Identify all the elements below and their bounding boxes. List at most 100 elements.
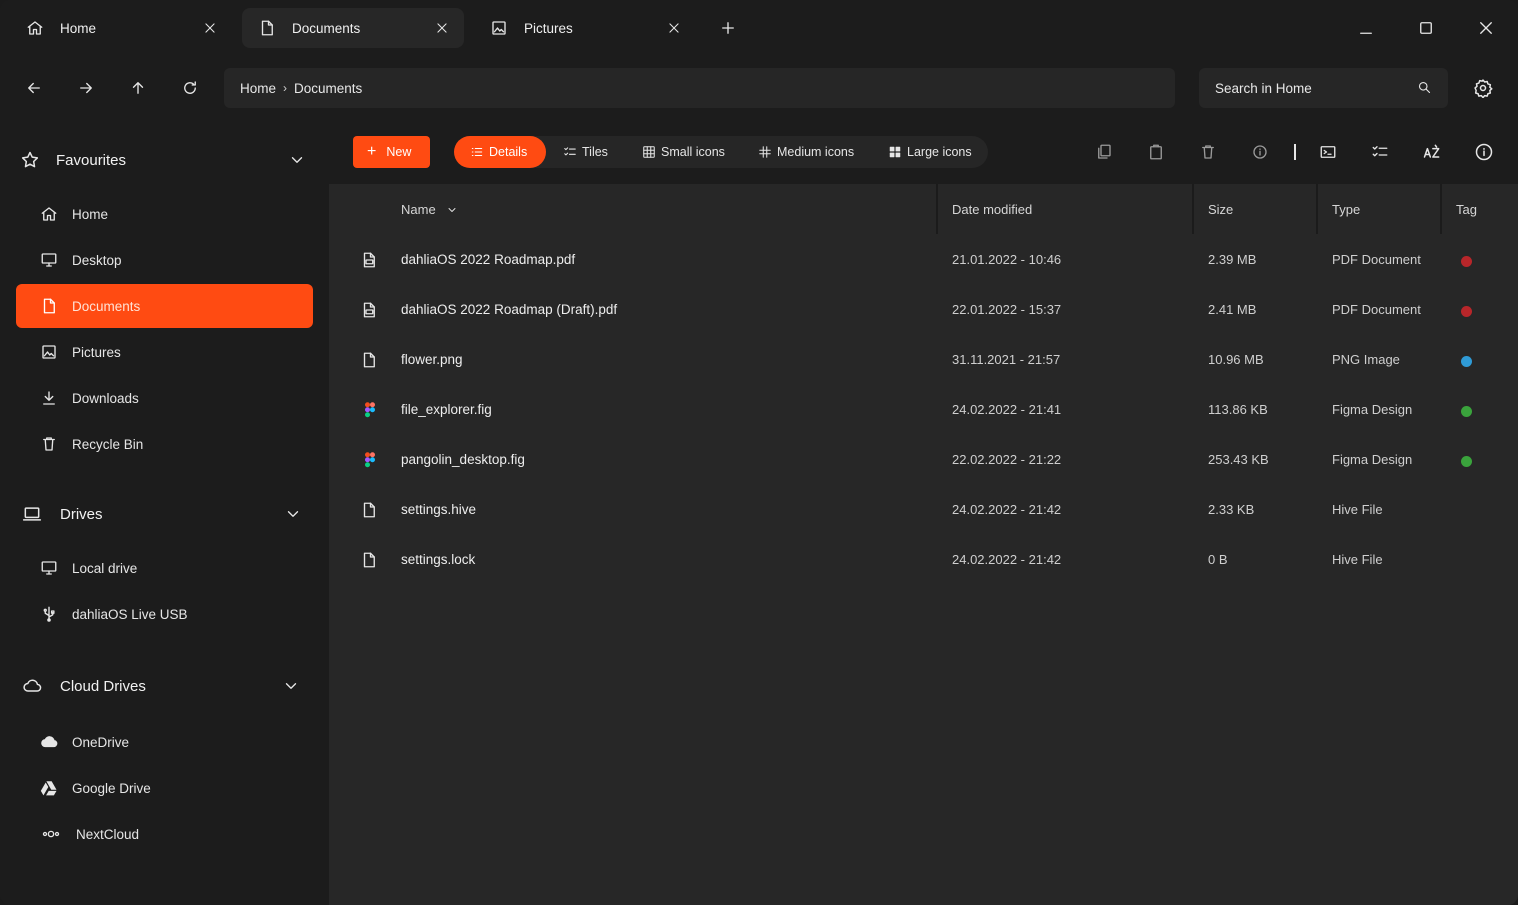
file-name: pangolin_desktop.fig: [401, 452, 525, 467]
paste-button[interactable]: [1144, 140, 1168, 164]
back-button[interactable]: [20, 74, 48, 102]
minimize-button[interactable]: [1352, 14, 1380, 42]
refresh-icon: [181, 79, 199, 97]
plus-icon: +: [367, 143, 377, 160]
large-grid-icon: [888, 145, 907, 159]
file-type: PDF Document: [1332, 252, 1421, 267]
sidebar-item-recycle-bin[interactable]: Recycle Bin: [16, 422, 313, 466]
up-button[interactable]: [124, 74, 152, 102]
delete-button[interactable]: [1196, 140, 1220, 164]
view-large-icons-button[interactable]: Large icons: [872, 136, 988, 168]
close-icon[interactable]: [432, 18, 452, 38]
sidebar-item-label: NextCloud: [76, 826, 140, 842]
table-row[interactable]: dahliaOS 2022 Roadmap.pdf 21.01.2022 - 1…: [329, 236, 1518, 286]
view-small-icons-button[interactable]: Small icons: [626, 136, 741, 168]
file-type: Hive File: [1332, 552, 1383, 567]
tab-documents[interactable]: Documents: [242, 8, 464, 48]
tab-label: Pictures: [524, 20, 573, 36]
sidebar-item-live-usb[interactable]: dahliaOS Live USB: [16, 592, 313, 636]
search-input[interactable]: Search in Home: [1199, 68, 1448, 108]
details-pane-button[interactable]: [1472, 140, 1496, 164]
section-title: Favourites: [56, 151, 127, 169]
nextcloud-icon: [40, 825, 62, 843]
breadcrumb-item-documents[interactable]: Documents: [294, 81, 362, 96]
gear-icon: [1473, 78, 1493, 98]
laptop-icon: [20, 504, 44, 524]
file-size: 10.96 MB: [1208, 352, 1264, 367]
view-tiles-button[interactable]: Tiles: [547, 136, 624, 168]
table-row[interactable]: settings.hive 24.02.2022 - 21:42 2.33 KB…: [329, 486, 1518, 536]
new-button[interactable]: + New: [353, 136, 430, 168]
column-header-date[interactable]: Date modified: [952, 202, 1032, 217]
maximize-button[interactable]: [1412, 14, 1440, 42]
search-icon[interactable]: [1417, 80, 1432, 95]
info-icon: [1474, 142, 1494, 162]
hash-icon: [758, 145, 777, 159]
table-row[interactable]: settings.lock 24.02.2022 - 21:42 0 B Hiv…: [329, 536, 1518, 586]
close-icon[interactable]: [200, 18, 220, 38]
table-row[interactable]: file_explorer.fig 24.02.2022 - 21:41 113…: [329, 386, 1518, 436]
file-size: 2.41 MB: [1208, 302, 1257, 317]
column-divider[interactable]: [1192, 184, 1194, 234]
tag-dot: [1461, 256, 1472, 267]
figma-icon: [360, 401, 380, 421]
sidebar-item-label: Local drive: [72, 560, 138, 576]
column-divider[interactable]: [936, 184, 938, 234]
chevron-down-icon[interactable]: [288, 151, 306, 169]
sidebar-item-nextcloud[interactable]: NextCloud: [16, 812, 313, 856]
pdf-icon: [360, 301, 380, 321]
column-header-tag[interactable]: Tag: [1456, 202, 1477, 217]
chevron-down-icon[interactable]: [282, 677, 300, 695]
close-icon[interactable]: [664, 18, 684, 38]
cloud-outline-icon: [20, 676, 44, 696]
view-label: Tiles: [582, 145, 608, 159]
chevron-down-icon[interactable]: [284, 505, 302, 523]
column-divider[interactable]: [1440, 184, 1442, 234]
favourites-header[interactable]: Favourites: [20, 146, 310, 174]
close-window-button[interactable]: [1472, 14, 1500, 42]
properties-button[interactable]: [1248, 140, 1272, 164]
sidebar-item-downloads[interactable]: Downloads: [16, 376, 313, 420]
drives-header[interactable]: Drives: [20, 500, 310, 528]
file-date: 22.01.2022 - 15:37: [952, 302, 1062, 317]
table-row[interactable]: flower.png 31.11.2021 - 21:57 10.96 MB P…: [329, 336, 1518, 386]
view-details-button[interactable]: Details: [454, 136, 546, 168]
new-tab-button[interactable]: [716, 16, 740, 40]
column-header-size[interactable]: Size: [1208, 202, 1233, 217]
sidebar-item-local-drive[interactable]: Local drive: [16, 546, 313, 590]
file-size: 2.33 KB: [1208, 502, 1255, 517]
view-medium-icons-button[interactable]: Medium icons: [742, 136, 870, 168]
select-button[interactable]: [1368, 140, 1392, 164]
breadcrumb[interactable]: Home › Documents: [224, 68, 1175, 108]
tab-pictures[interactable]: Pictures: [474, 8, 696, 48]
pdf-icon: [360, 251, 380, 271]
search-placeholder: Search in Home: [1215, 80, 1312, 96]
cloud-drives-header[interactable]: Cloud Drives: [20, 672, 310, 700]
column-divider[interactable]: [1316, 184, 1318, 234]
forward-button[interactable]: [72, 74, 100, 102]
file-size: 0 B: [1208, 552, 1228, 567]
sort-az-icon: [1422, 142, 1442, 162]
sort-button[interactable]: [1420, 140, 1444, 164]
sidebar-item-google-drive[interactable]: Google Drive: [16, 766, 313, 810]
sidebar-item-home[interactable]: Home: [16, 192, 313, 236]
column-header-name[interactable]: Name: [401, 202, 458, 217]
refresh-button[interactable]: [176, 74, 204, 102]
star-icon: [20, 150, 40, 170]
sidebar-item-label: Desktop: [72, 252, 122, 268]
tab-home[interactable]: Home: [10, 8, 232, 48]
settings-button[interactable]: [1469, 74, 1497, 102]
terminal-button[interactable]: [1316, 140, 1340, 164]
sidebar-item-desktop[interactable]: Desktop: [16, 238, 313, 282]
column-header-type[interactable]: Type: [1332, 202, 1360, 217]
table-row[interactable]: pangolin_desktop.fig 22.02.2022 - 21:22 …: [329, 436, 1518, 486]
view-label: Small icons: [661, 145, 725, 159]
sidebar-item-documents[interactable]: Documents: [16, 284, 313, 328]
google-drive-icon: [40, 779, 58, 797]
table-row[interactable]: dahliaOS 2022 Roadmap (Draft).pdf 22.01.…: [329, 286, 1518, 336]
copy-button[interactable]: [1092, 140, 1116, 164]
monitor-icon: [40, 251, 58, 269]
sidebar-item-pictures[interactable]: Pictures: [16, 330, 313, 374]
breadcrumb-item-home[interactable]: Home: [240, 81, 276, 96]
sidebar-item-onedrive[interactable]: OneDrive: [16, 720, 313, 764]
